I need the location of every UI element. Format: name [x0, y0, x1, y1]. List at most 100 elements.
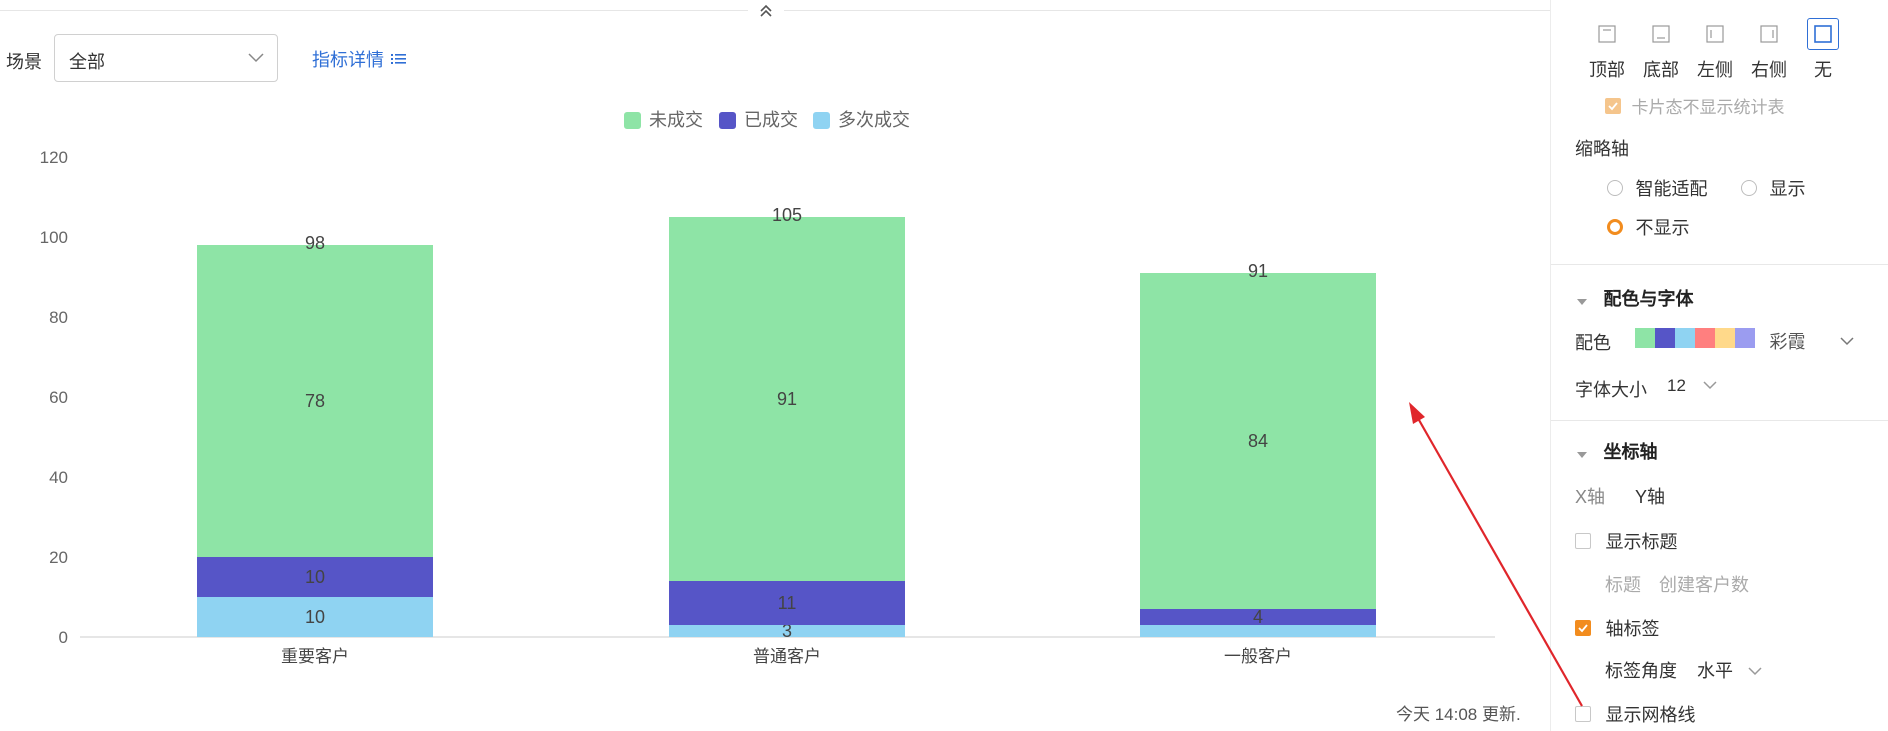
- legend-position-bottom[interactable]: 底部: [1635, 14, 1687, 84]
- section-divider: [1551, 264, 1888, 265]
- tab-x-axis[interactable]: X轴: [1575, 483, 1605, 509]
- legend-label: 多次成交: [838, 110, 910, 130]
- total-label: 91: [1248, 261, 1268, 281]
- show-axis-title-checkbox[interactable]: [1575, 533, 1591, 549]
- y-tick-label: 60: [49, 388, 68, 407]
- collapse-triangle-icon: [1577, 452, 1587, 458]
- collapse-button[interactable]: [748, 0, 784, 22]
- thumbnail-hide-option[interactable]: 不显示: [1607, 214, 1689, 240]
- legend-position-none[interactable]: 无: [1797, 14, 1849, 84]
- color-scheme-select[interactable]: 彩霞: [1635, 328, 1805, 354]
- chevron-down-icon: [1702, 378, 1718, 395]
- legend-position-top[interactable]: 顶部: [1581, 14, 1633, 84]
- chart-canvas: 场景 全部 指标详情 0 20 40 60 80 100 120 10 10 78 98 重要客户 3 1…: [0, 0, 1550, 731]
- show-grid-checkbox[interactable]: [1575, 706, 1591, 722]
- chevron-down-icon: [1747, 664, 1763, 681]
- legend-position-left[interactable]: 左侧: [1689, 14, 1741, 84]
- label-angle-label: 标签角度: [1605, 661, 1677, 681]
- data-label: 78: [305, 391, 325, 411]
- y-tick-label: 120: [40, 148, 68, 167]
- y-tick-label: 0: [59, 628, 68, 647]
- thumbnail-smart-option[interactable]: 智能适配: [1607, 175, 1707, 201]
- data-label: 91: [777, 389, 797, 409]
- palette-swatch: [1715, 328, 1735, 348]
- data-label: 84: [1248, 431, 1268, 451]
- metric-details-link[interactable]: 指标详情: [312, 46, 408, 72]
- card-hide-stats-label: 卡片态不显示统计表: [1631, 98, 1785, 117]
- thumbnail-show-option[interactable]: 显示: [1741, 175, 1805, 201]
- y-tick-label: 40: [49, 468, 68, 487]
- settings-panel: 顶部 底部 左侧 右侧 无 卡片态不显示统计表 缩略轴 智能适配 显示 不显示: [1550, 0, 1888, 731]
- tab-y-axis[interactable]: Y轴: [1635, 483, 1665, 509]
- legend-position-label: 无: [1814, 60, 1832, 80]
- legend-swatch: [719, 112, 736, 129]
- chevron-down-icon[interactable]: [1839, 334, 1855, 352]
- legend-label: 已成交: [744, 110, 798, 130]
- axis-label-option[interactable]: 轴标签: [1575, 615, 1659, 641]
- color-scheme-label: 配色: [1575, 333, 1611, 353]
- thumbnail-smart-radio[interactable]: [1607, 180, 1623, 196]
- thumbnail-show-radio[interactable]: [1741, 180, 1757, 196]
- palette-name: 彩霞: [1769, 332, 1806, 352]
- legend-label: 未成交: [649, 110, 703, 130]
- legend-position-label: 顶部: [1589, 60, 1625, 80]
- show-axis-title-option[interactable]: 显示标题: [1575, 528, 1677, 554]
- card-hide-stats-option: 卡片态不显示统计表: [1605, 93, 1784, 118]
- show-grid-label: 显示网格线: [1605, 705, 1696, 725]
- axis-section-title: 坐标轴: [1603, 442, 1658, 462]
- legend-swatch: [624, 112, 641, 129]
- show-grid-option[interactable]: 显示网格线: [1575, 701, 1695, 727]
- font-size-label: 字体大小: [1575, 380, 1647, 400]
- thumbnail-smart-label: 智能适配: [1635, 179, 1708, 199]
- total-label: 98: [305, 233, 325, 253]
- y-tick-label: 20: [49, 548, 68, 567]
- legend-right-icon: [1760, 25, 1778, 43]
- checkmark-icon: [1578, 624, 1588, 633]
- axis-label-checkbox[interactable]: [1575, 620, 1591, 636]
- palette-swatch: [1735, 328, 1755, 348]
- palette-swatch: [1635, 328, 1655, 348]
- data-label: 10: [305, 567, 325, 587]
- show-axis-title-label: 显示标题: [1605, 532, 1678, 552]
- x-tick-label: 重要客户: [281, 647, 349, 666]
- color-font-section-title: 配色与字体: [1603, 289, 1694, 309]
- label-angle-value: 水平: [1697, 661, 1733, 681]
- axis-title-label: 标题: [1605, 575, 1641, 595]
- data-label: 10: [305, 607, 325, 627]
- legend-top-icon: [1598, 25, 1616, 43]
- metric-details-label: 指标详情: [312, 50, 384, 70]
- axis-section-header[interactable]: 坐标轴: [1577, 438, 1657, 464]
- legend-position-right[interactable]: 右侧: [1743, 14, 1795, 84]
- card-hide-stats-checkbox: [1605, 97, 1621, 114]
- scene-select[interactable]: 全部: [54, 34, 278, 82]
- palette-swatch: [1675, 328, 1695, 348]
- label-angle-select[interactable]: 水平: [1697, 657, 1763, 683]
- axis-title-input[interactable]: 创建客户数: [1659, 571, 1749, 597]
- axis-label-text: 轴标签: [1605, 619, 1660, 639]
- scene-select-value: 全部: [69, 52, 105, 72]
- thumbnail-axis-title: 缩略轴: [1575, 139, 1629, 159]
- data-label: 4: [1253, 607, 1263, 627]
- legend-position-label: 右侧: [1751, 60, 1787, 80]
- thumbnail-hide-label: 不显示: [1635, 218, 1690, 238]
- data-label: 11: [778, 593, 797, 613]
- y-tick-label: 100: [40, 228, 68, 247]
- checkmark-icon: [1608, 101, 1618, 110]
- legend-left-icon: [1706, 25, 1724, 43]
- font-size-select[interactable]: 12: [1667, 376, 1718, 396]
- palette-swatch: [1655, 328, 1675, 348]
- thumbnail-show-label: 显示: [1769, 179, 1806, 199]
- thumbnail-hide-radio[interactable]: [1607, 219, 1623, 235]
- legend-bottom-icon: [1652, 25, 1670, 43]
- double-chevron-up-icon: [760, 4, 772, 17]
- legend-position-label: 左侧: [1697, 60, 1733, 80]
- stacked-bar-chart: 02040608010012010107898重要客户31191105普通客户4…: [40, 110, 1495, 666]
- scene-label: 场景: [6, 52, 42, 72]
- legend-swatch: [813, 112, 830, 129]
- y-tick-label: 80: [49, 308, 68, 327]
- color-font-section-header[interactable]: 配色与字体: [1577, 285, 1693, 311]
- total-label: 105: [772, 205, 802, 225]
- font-size-value: 12: [1667, 376, 1686, 395]
- palette-swatch: [1695, 328, 1715, 348]
- x-tick-label: 普通客户: [753, 647, 821, 666]
